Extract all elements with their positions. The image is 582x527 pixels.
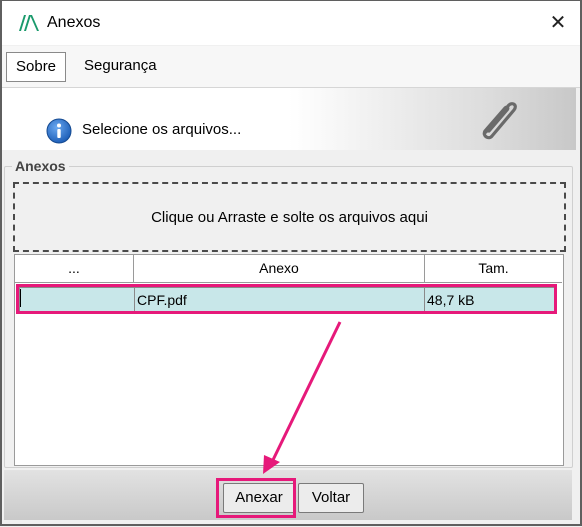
menu-bar: Sobre Segurança xyxy=(2,46,580,88)
info-icon xyxy=(46,118,72,144)
app-logo-icon xyxy=(19,15,39,31)
voltar-button-label: Voltar xyxy=(311,489,351,506)
drop-zone[interactable]: Clique ou Arraste e solte os arquivos aq… xyxy=(13,182,566,252)
grid-header: ... Anexo Tam. xyxy=(15,255,563,283)
button-highlight-annotation xyxy=(216,478,296,518)
group-label: Anexos xyxy=(12,158,69,174)
column-header-tam[interactable]: Tam. xyxy=(425,255,562,283)
menu-seguranca[interactable]: Segurança xyxy=(75,52,166,80)
paperclip-icon xyxy=(482,102,517,140)
title-bar: Anexos ✕ xyxy=(2,1,580,45)
banner-text: Selecione os arquivos... xyxy=(82,121,242,138)
menu-sobre-label: Sobre xyxy=(16,58,57,75)
close-icon[interactable]: ✕ xyxy=(546,11,570,35)
column-header-anexo[interactable]: Anexo xyxy=(134,255,425,283)
column-header-select[interactable]: ... xyxy=(15,255,134,283)
menu-sobre[interactable]: Sobre xyxy=(6,52,67,82)
voltar-button[interactable]: Voltar xyxy=(298,483,364,513)
window-title: Anexos xyxy=(47,14,101,31)
drop-zone-text: Clique ou Arraste e solte os arquivos aq… xyxy=(151,208,428,226)
row-highlight-annotation xyxy=(16,284,557,314)
menu-seguranca-label: Segurança xyxy=(84,57,157,74)
